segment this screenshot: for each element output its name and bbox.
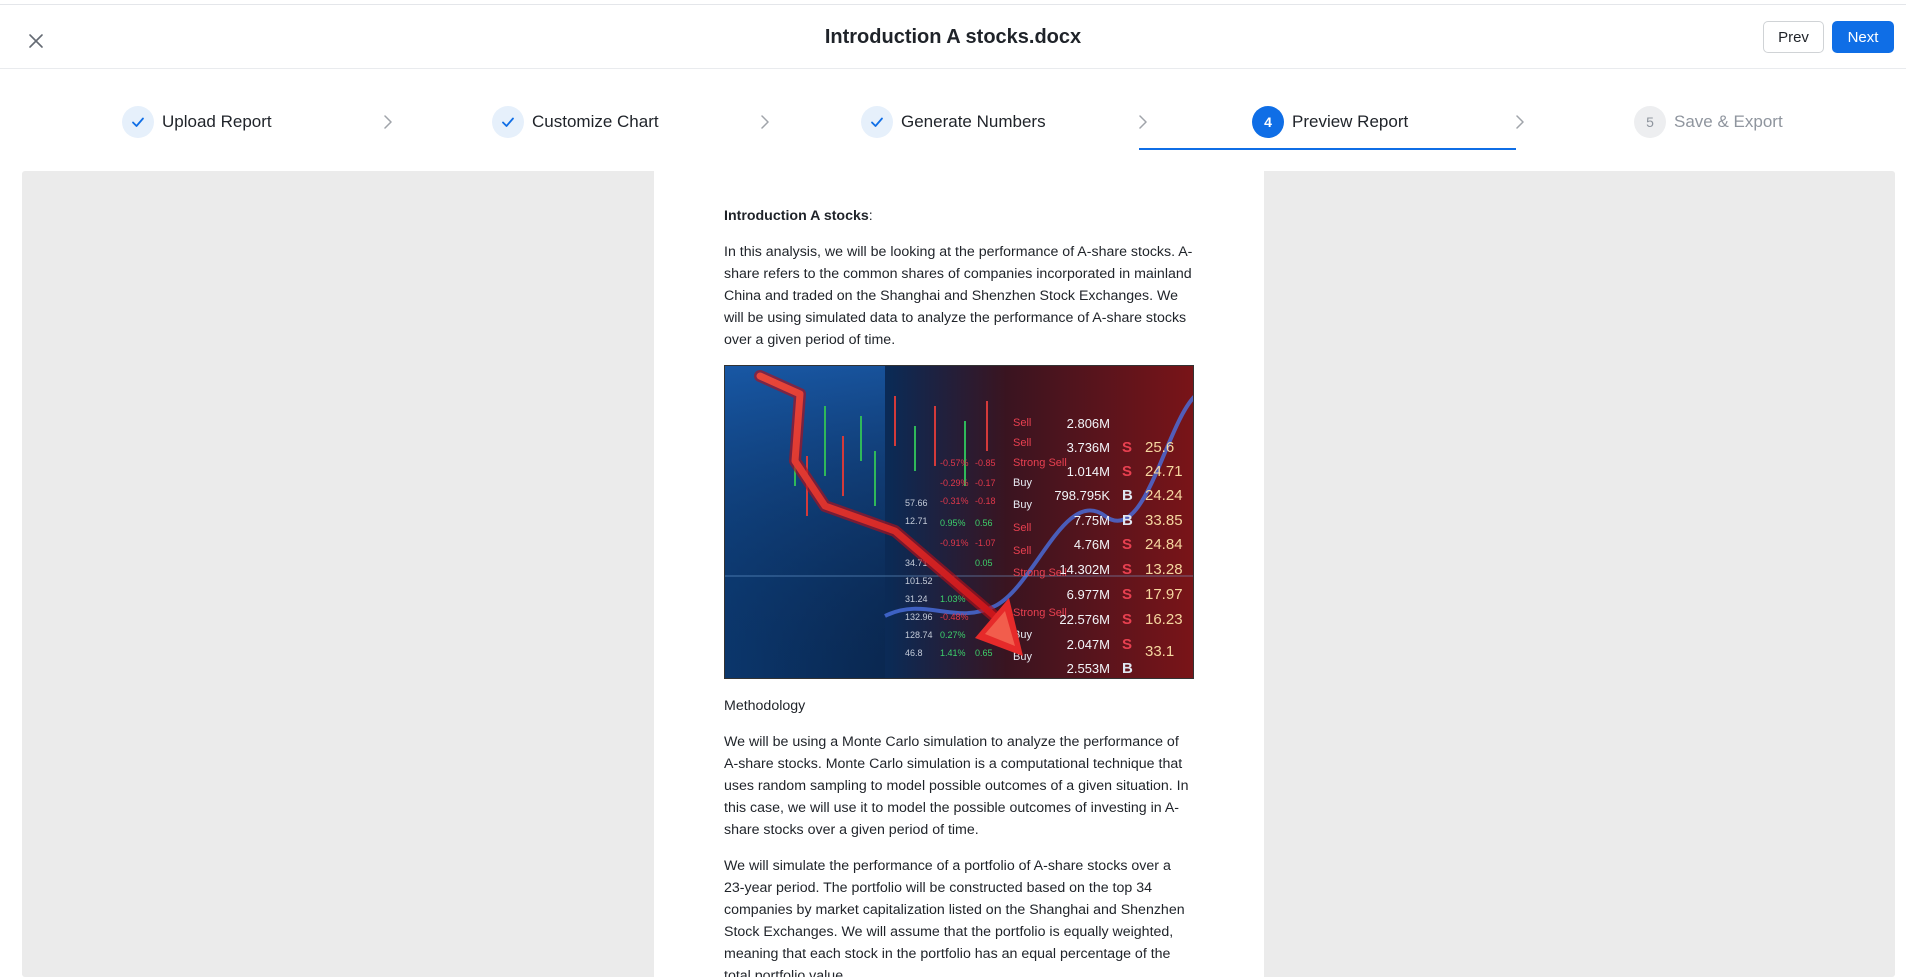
svg-text:132.96: 132.96 <box>905 612 933 622</box>
board-volume: 7.75M <box>1074 513 1110 528</box>
document-title: Introduction A stocks.docx <box>824 26 1082 48</box>
svg-text:46.8: 46.8 <box>905 648 923 658</box>
board-price: 16.23 <box>1145 611 1183 628</box>
next-button[interactable]: Next <box>1832 21 1894 53</box>
step-number-badge: 4 <box>1252 106 1284 138</box>
intro-heading: Introduction A stocks: <box>724 205 1194 227</box>
board-flag: B <box>1122 487 1133 504</box>
check-icon <box>871 117 883 127</box>
svg-text:-0.91%: -0.91% <box>940 538 969 548</box>
board-action: Sell <box>1013 437 1031 449</box>
svg-text:1.41%: 1.41% <box>940 648 966 658</box>
stock-board-graphic: 57.66 12.71 34.71 101.52 31.24 132.96 12… <box>725 366 1193 678</box>
paragraph-portfolio: We will simulate the performance of a po… <box>724 858 1185 977</box>
board-price: 33.85 <box>1145 512 1183 529</box>
svg-text:0.56: 0.56 <box>975 518 993 528</box>
board-flag: B <box>1122 512 1133 529</box>
intro-title-colon: : <box>868 208 873 224</box>
prev-button[interactable]: Prev <box>1763 21 1824 53</box>
board-action: Buy <box>1013 499 1032 511</box>
board-flag: S <box>1122 611 1132 628</box>
board-action: Sell <box>1013 417 1031 429</box>
svg-text:0.05: 0.05 <box>975 558 993 568</box>
board-price: 24.24 <box>1145 487 1183 504</box>
active-step-underline <box>1139 148 1516 150</box>
board-flag: S <box>1122 463 1132 480</box>
step-generate-numbers[interactable]: Generate Numbers <box>861 106 1046 138</box>
board-action: Sell <box>1013 522 1031 534</box>
board-price: 24.84 <box>1145 536 1183 553</box>
step-save-export[interactable]: 5 Save & Export <box>1634 106 1783 138</box>
step-done-indicator <box>861 106 893 138</box>
step-upload-report[interactable]: Upload Report <box>122 106 272 138</box>
step-label: Customize Chart <box>532 112 659 131</box>
board-flag: B <box>1122 660 1133 677</box>
step-label: Upload Report <box>162 112 272 131</box>
stock-market-image: 57.66 12.71 34.71 101.52 31.24 132.96 12… <box>724 365 1194 679</box>
board-action: Buy <box>1013 477 1032 489</box>
svg-text:-1.07: -1.07 <box>975 538 996 548</box>
board-volume: 6.977M <box>1067 587 1110 602</box>
chevron-right-icon <box>761 115 769 129</box>
svg-text:101.52: 101.52 <box>905 576 933 586</box>
board-flag: S <box>1122 439 1132 456</box>
svg-text:0.65: 0.65 <box>975 648 993 658</box>
svg-text:-0.85: -0.85 <box>975 458 996 468</box>
board-volume: 2.047M <box>1067 637 1110 652</box>
board-volume: 22.576M <box>1059 612 1110 627</box>
check-icon <box>132 117 144 127</box>
board-price: 17.97 <box>1145 586 1183 603</box>
board-volume: 2.806M <box>1067 416 1110 431</box>
board-flag: S <box>1122 586 1132 603</box>
board-volume: 14.302M <box>1059 562 1110 577</box>
board-price: 13.28 <box>1145 561 1183 578</box>
chevron-right-icon <box>1516 115 1524 129</box>
step-done-indicator <box>122 106 154 138</box>
check-icon <box>502 117 514 127</box>
board-price: 24.71 <box>1145 463 1183 480</box>
svg-text:12.71: 12.71 <box>905 516 928 526</box>
svg-text:-0.48%: -0.48% <box>940 612 969 622</box>
board-volume: 1.014M <box>1067 464 1110 479</box>
stepper: Upload Report Customize Chart Generate N… <box>0 70 1906 150</box>
step-customize-chart[interactable]: Customize Chart <box>492 106 659 138</box>
paragraph-methodology: We will be using a Monte Carlo simulatio… <box>724 734 1189 838</box>
board-volume: 2.553M <box>1067 661 1110 676</box>
board-flag: S <box>1122 636 1132 653</box>
board-volume: 4.76M <box>1074 537 1110 552</box>
board-price: 25.6 <box>1145 439 1174 456</box>
board-flag: S <box>1122 536 1132 553</box>
document-page: Introduction A stocks: In this analysis,… <box>654 171 1264 977</box>
svg-text:-0.31%: -0.31% <box>940 496 969 506</box>
svg-text:0.95%: 0.95% <box>940 518 966 528</box>
svg-text:-0.29%: -0.29% <box>940 478 969 488</box>
board-action: Strong Sell <box>1013 457 1067 469</box>
svg-text:-0.18: -0.18 <box>975 496 996 506</box>
board-action: Sell <box>1013 545 1031 557</box>
chevron-right-icon <box>384 115 392 129</box>
chevron-right-icon <box>1139 115 1147 129</box>
svg-text:31.24: 31.24 <box>905 594 928 604</box>
report-preview-area[interactable]: Introduction A stocks: In this analysis,… <box>22 171 1895 977</box>
svg-text:0.27%: 0.27% <box>940 630 966 640</box>
intro-title-text: Introduction A stocks <box>724 208 869 224</box>
svg-text:57.66: 57.66 <box>905 498 928 508</box>
svg-text:-0.17: -0.17 <box>975 478 996 488</box>
board-price: 33.1 <box>1145 643 1174 660</box>
header-bar: Introduction A stocks.docx Prev Next <box>0 5 1906 69</box>
paragraph-intro: In this analysis, we will be looking at … <box>724 244 1193 348</box>
board-volume: 798.795K <box>1054 488 1110 503</box>
board-flag: S <box>1122 561 1132 578</box>
step-number-badge: 5 <box>1634 106 1666 138</box>
section-heading-methodology: Methodology <box>724 698 806 714</box>
step-label: Save & Export <box>1674 112 1783 131</box>
step-preview-report[interactable]: 4 Preview Report <box>1252 106 1408 138</box>
step-label: Generate Numbers <box>901 112 1046 131</box>
step-label: Preview Report <box>1292 112 1409 131</box>
svg-text:-0.57%: -0.57% <box>940 458 969 468</box>
svg-text:128.74: 128.74 <box>905 630 933 640</box>
board-volume: 3.736M <box>1067 440 1110 455</box>
step-done-indicator <box>492 106 524 138</box>
